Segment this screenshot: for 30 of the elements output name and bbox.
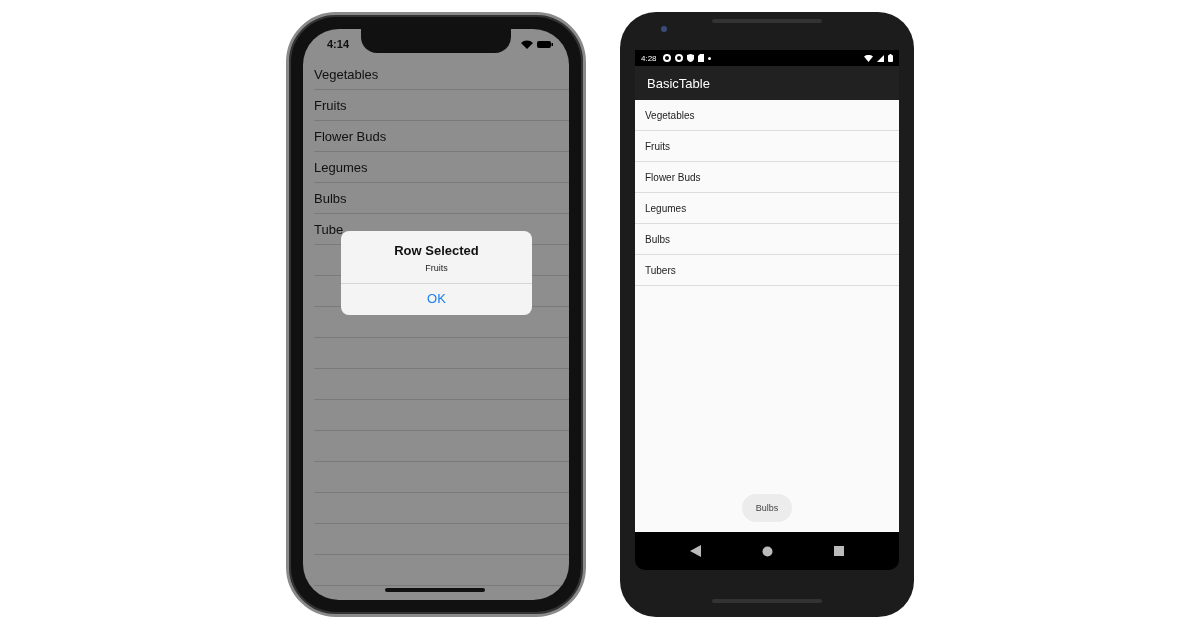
toast-message: Bulbs [741, 494, 793, 522]
home-icon[interactable] [762, 545, 773, 557]
list-item[interactable]: Vegetables [314, 66, 379, 82]
list-item[interactable]: Legumes [635, 193, 899, 224]
app-title: BasicTable [647, 75, 710, 91]
list-item[interactable]: Fruits [635, 131, 899, 162]
list-item[interactable]: Bulbs [314, 190, 347, 206]
wifi-icon [864, 54, 873, 62]
list-item[interactable]: Flower Buds [635, 162, 899, 193]
wifi-icon [521, 39, 533, 49]
sd-card-icon [697, 54, 704, 62]
alert-message: Fruits [425, 263, 448, 273]
list-item[interactable]: Legumes [314, 159, 368, 175]
list-item[interactable]: Fruits [314, 97, 347, 113]
status-time: 4:28 [641, 53, 657, 63]
list-item[interactable]: Flower Buds [314, 128, 387, 144]
list-item[interactable]: Tube [314, 221, 344, 237]
dot-icon [707, 56, 711, 60]
list-item[interactable]: Bulbs [635, 224, 899, 255]
shield-icon [686, 54, 694, 62]
alert-title: Row Selected [394, 243, 479, 258]
ok-button[interactable]: OK [341, 283, 532, 315]
status-time: 4:14 [327, 38, 350, 50]
signal-icon [877, 54, 884, 62]
list-item[interactable]: Vegetables [635, 100, 899, 131]
battery-icon [537, 40, 553, 48]
list-item[interactable]: Tubers [635, 255, 899, 286]
battery-icon [888, 54, 893, 62]
camera-icon [661, 26, 667, 32]
back-icon[interactable] [690, 545, 701, 557]
